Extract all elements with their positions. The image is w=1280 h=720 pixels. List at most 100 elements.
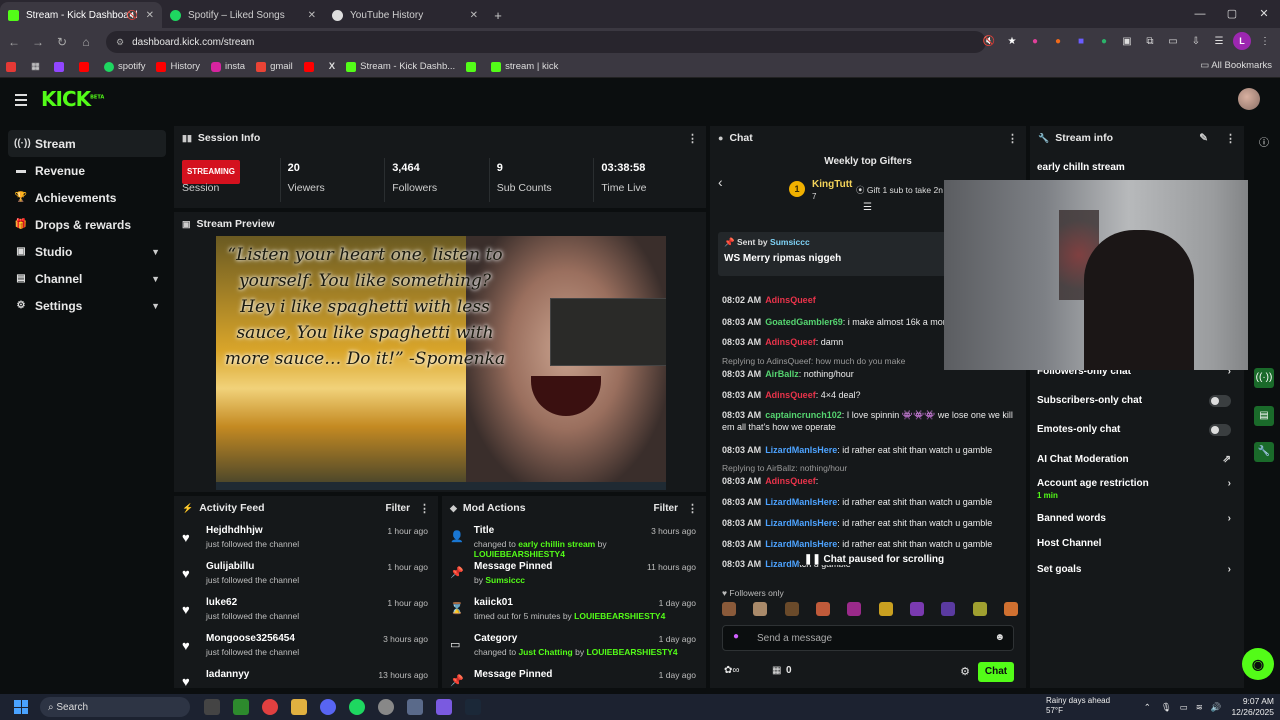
volume-icon[interactable]: 🔊 xyxy=(1211,702,1222,713)
chevron-right-icon[interactable]: › xyxy=(1228,564,1231,575)
sidebar-item-studio[interactable]: ▣ Studio ▼ xyxy=(8,238,166,265)
collapse-icon[interactable]: ☰ xyxy=(863,202,872,213)
mute-tab-icon[interactable]: 🔇 xyxy=(127,10,138,21)
download-icon[interactable]: ⇩ xyxy=(1187,32,1205,50)
emote-icon[interactable] xyxy=(1003,602,1018,616)
message-user[interactable]: LizardManIsHere xyxy=(765,539,837,549)
bookmark-youtube-2[interactable] xyxy=(303,61,318,72)
emote-icon[interactable] xyxy=(878,602,893,616)
external-link-icon[interactable]: ⇗ xyxy=(1223,454,1231,465)
chevron-right-icon[interactable]: › xyxy=(1228,513,1231,524)
message-user[interactable]: AdinsQueef xyxy=(765,337,816,347)
moderator-name[interactable]: LOUIEBEARSHIESTY4 xyxy=(586,647,677,657)
chevron-left-icon[interactable]: ‹ xyxy=(718,174,723,190)
message-user[interactable]: captaincrunch102 xyxy=(765,410,842,420)
message-user[interactable]: LizardManIsHere xyxy=(765,518,837,528)
info-icon[interactable]: ⓘ xyxy=(1254,134,1274,154)
chevron-right-icon[interactable]: › xyxy=(1228,478,1231,489)
reload-icon[interactable]: ↻ xyxy=(50,35,74,49)
kebab-menu-icon[interactable]: ⋮ xyxy=(1007,132,1018,145)
mod-action-item[interactable]: 📌 Message Pinned by Sumsiccc 11 hours ag… xyxy=(450,560,698,596)
bookmark-youtube[interactable] xyxy=(78,61,93,72)
extension-icon[interactable]: ■ xyxy=(1072,32,1090,50)
forward-icon[interactable]: → xyxy=(26,35,50,49)
stream-video[interactable]: “Listen your heart one, listen to yourse… xyxy=(216,236,666,490)
apps-icon[interactable] xyxy=(6,61,20,72)
bookmark-gmail[interactable]: gmail xyxy=(256,61,293,72)
app-icon[interactable] xyxy=(233,699,249,715)
settings-icon[interactable] xyxy=(407,699,423,715)
chat-settings-gear-icon[interactable]: ⚙ xyxy=(960,665,970,678)
all-bookmarks-button[interactable]: ▭ All Bookmarks xyxy=(1200,60,1272,71)
tab-spotify[interactable]: Spotify – Liked Songs ✕ xyxy=(162,2,324,28)
mute-site-icon[interactable]: 🔇 xyxy=(980,32,998,50)
setting-emotes-only-chat[interactable]: Emotes-only chat xyxy=(1037,424,1237,436)
sidebar-item-achievements[interactable]: 🏆 Achievements xyxy=(8,184,166,211)
gifter-name[interactable]: KingTutt xyxy=(812,179,852,190)
edit-pencil-icon[interactable]: ✎ xyxy=(1199,132,1208,144)
site-info-icon[interactable]: ⚙ xyxy=(116,37,124,48)
emote-icon[interactable] xyxy=(784,602,799,616)
send-chat-button[interactable]: Chat xyxy=(978,662,1014,682)
emote-icon[interactable] xyxy=(972,602,987,616)
channel-points-icon[interactable]: ✿∞ xyxy=(724,665,740,676)
broadcast-tool-icon[interactable]: ((·)) xyxy=(1254,368,1274,388)
store-icon[interactable]: ▦ xyxy=(772,665,781,676)
chat-message[interactable]: 08:03 AM LizardManIsHere: id rather eat s… xyxy=(722,538,1022,550)
message-user[interactable]: LizardManIsHere xyxy=(765,497,837,507)
windows-start-icon[interactable] xyxy=(14,700,28,714)
pinned-message[interactable]: 📌 Sent by Sumsiccc WS Merry ripmas nigge… xyxy=(718,232,956,276)
emote-icon[interactable] xyxy=(815,602,830,616)
emote-icon[interactable] xyxy=(909,602,924,616)
activity-item[interactable]: ♥ Hejdhdhhjw just followed the channel 1… xyxy=(182,524,430,560)
activity-item[interactable]: ♥ Mongoose3256454 just followed the chan… xyxy=(182,632,430,668)
emoji-icon[interactable]: ☻ xyxy=(994,632,1005,643)
kebab-menu-icon[interactable]: ⋮ xyxy=(1225,132,1236,145)
extension-icon[interactable]: ● xyxy=(1026,32,1044,50)
sidebar-item-drops-rewards[interactable]: 🎁 Drops & rewards xyxy=(8,211,166,238)
url-field[interactable]: ⚙ dashboard.kick.com/stream xyxy=(106,31,986,53)
bookmark-star-icon[interactable]: ★ xyxy=(1003,32,1021,50)
emote-icon[interactable] xyxy=(722,602,736,616)
steam-icon[interactable] xyxy=(465,699,481,715)
wifi-icon[interactable]: ≋ xyxy=(1196,702,1203,713)
setting-set-goals[interactable]: Set goals › xyxy=(1037,564,1237,575)
chevron-down-icon[interactable]: ▼ xyxy=(151,301,160,311)
chevron-down-icon[interactable]: ▼ xyxy=(151,247,160,257)
bookmark-insta[interactable]: insta xyxy=(211,61,245,72)
chrome-icon[interactable] xyxy=(262,699,278,715)
chat-message[interactable]: 08:03 AM AdinsQueef: xyxy=(722,475,1022,487)
bookmark-kick-dashboard[interactable]: Stream - Kick Dashb... xyxy=(346,61,455,72)
bookmark-x[interactable]: X xyxy=(329,61,335,72)
message-user[interactable]: AdinsQueef xyxy=(765,476,816,486)
weather-widget[interactable]: Rainy days ahead 57°F xyxy=(1046,696,1110,716)
new-tab-button[interactable]: + xyxy=(486,2,510,28)
file-explorer-icon[interactable] xyxy=(291,699,307,715)
close-tab-icon[interactable]: ✕ xyxy=(470,10,478,21)
moderator-name[interactable]: LOUIEBEARSHIESTY4 xyxy=(474,549,565,559)
filter-button[interactable]: Filter xyxy=(386,503,410,514)
message-user[interactable]: LizardM xyxy=(765,559,799,569)
layout-tool-icon[interactable]: ▤ xyxy=(1254,406,1274,426)
activity-item[interactable]: ♥ Gulijabillu just followed the channel … xyxy=(182,560,430,596)
bookmark-spotify[interactable]: spotify xyxy=(103,61,145,72)
menu-hamburger-icon[interactable] xyxy=(15,94,27,109)
home-icon[interactable]: ⌂ xyxy=(74,35,98,49)
emote-icon[interactable] xyxy=(941,602,956,616)
sidebar-item-settings[interactable]: ⚙ Settings ▼ xyxy=(8,292,166,319)
browser-menu-icon[interactable]: ⋮ xyxy=(1256,32,1274,50)
bookmark-stream-kick[interactable]: stream | kick xyxy=(491,61,558,72)
gift-sub-hint[interactable]: ⦿ Gift 1 sub to take 2n xyxy=(856,184,943,196)
tab-kick-dashboard[interactable]: Stream - Kick Dashboard 🔇 ✕ xyxy=(0,2,162,28)
task-view-icon[interactable] xyxy=(204,699,220,715)
extensions-puzzle-icon[interactable]: ⧉ xyxy=(1141,32,1159,50)
kebab-menu-icon[interactable]: ⋮ xyxy=(687,132,698,145)
mic-icon[interactable]: 🎙 xyxy=(1161,702,1172,713)
setting-banned-words[interactable]: Banned words › xyxy=(1037,513,1237,524)
message-user[interactable]: GoatedGambler69 xyxy=(765,317,843,327)
chat-message[interactable]: 08:03 AM LizardManIsHere: id rather eat s… xyxy=(722,496,1022,508)
chat-paused-banner[interactable]: ❚❚ Chat paused for scrolling xyxy=(800,554,949,565)
message-user[interactable]: AdinsQueef xyxy=(765,295,816,305)
app-icon[interactable] xyxy=(378,699,394,715)
extension-icon[interactable]: ● xyxy=(1095,32,1113,50)
